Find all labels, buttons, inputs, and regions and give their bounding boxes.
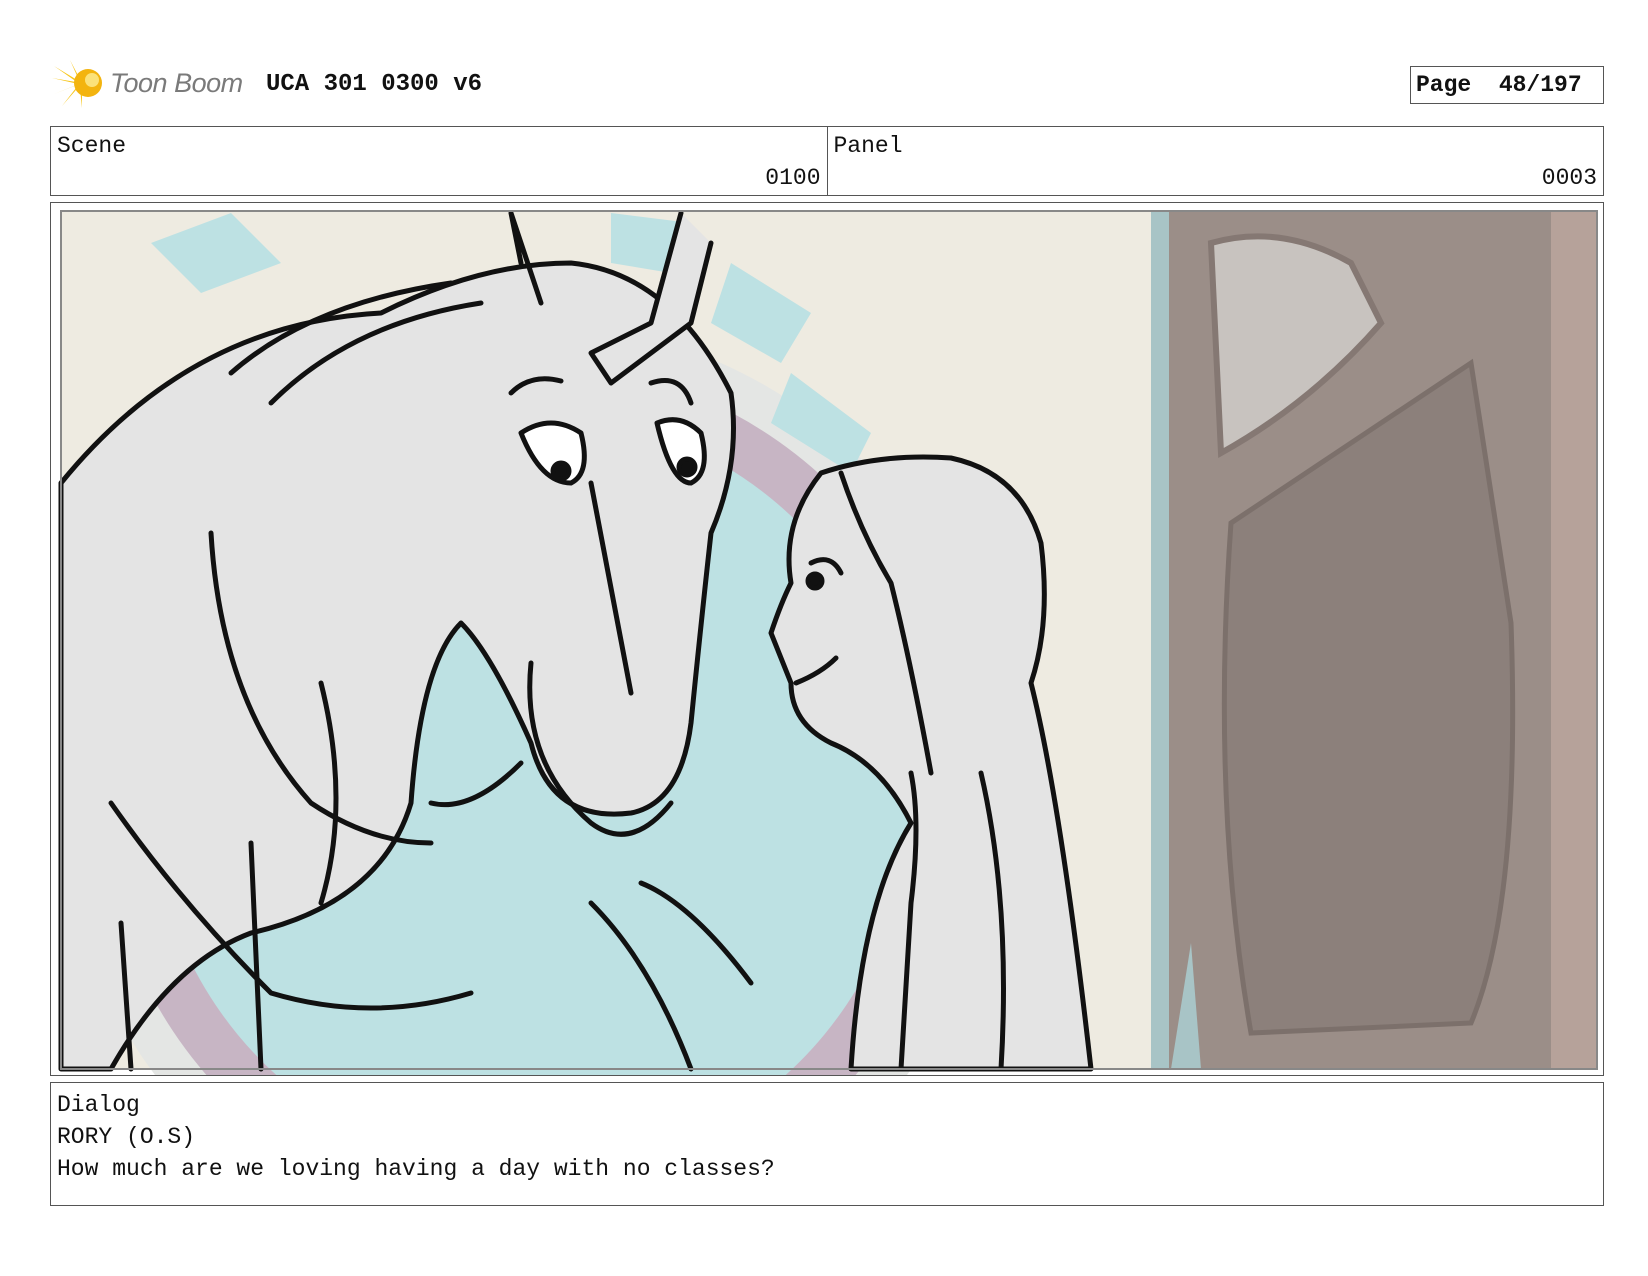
scene-label: Scene <box>57 133 127 159</box>
toon-boom-logo: Toon Boom <box>52 58 243 108</box>
document-title: UCA 301 0300 v6 <box>266 71 483 98</box>
dialog-line: How much are we loving having a day with… <box>57 1156 775 1182</box>
page-indicator: Page 48/197 <box>1410 66 1604 104</box>
storyboard-panel-image <box>50 202 1604 1076</box>
panel-value: 0003 <box>1541 165 1597 191</box>
panel-cell: Panel 0003 <box>826 127 1604 195</box>
scene-cell: Scene 0100 <box>51 127 827 195</box>
scene-value: 0100 <box>765 165 821 191</box>
dialog-speaker: RORY (O.S) <box>57 1124 196 1150</box>
page-label: Page <box>1416 72 1472 98</box>
scene-panel-row: Scene 0100 Panel 0003 <box>50 126 1604 196</box>
starburst-icon <box>52 60 102 108</box>
panel-label: Panel <box>833 133 903 159</box>
panel-drawing <box>51 203 1603 1075</box>
door-background <box>1151 211 1597 1069</box>
logo-text: Toon Boom <box>110 67 243 98</box>
page-number: 48/197 <box>1498 72 1582 98</box>
dialog-label: Dialog <box>57 1092 140 1118</box>
dialog-box: Dialog RORY (O.S) How much are we loving… <box>50 1082 1604 1206</box>
page-header: Toon Boom UCA 301 0300 v6 Page 48/197 <box>50 54 1604 114</box>
